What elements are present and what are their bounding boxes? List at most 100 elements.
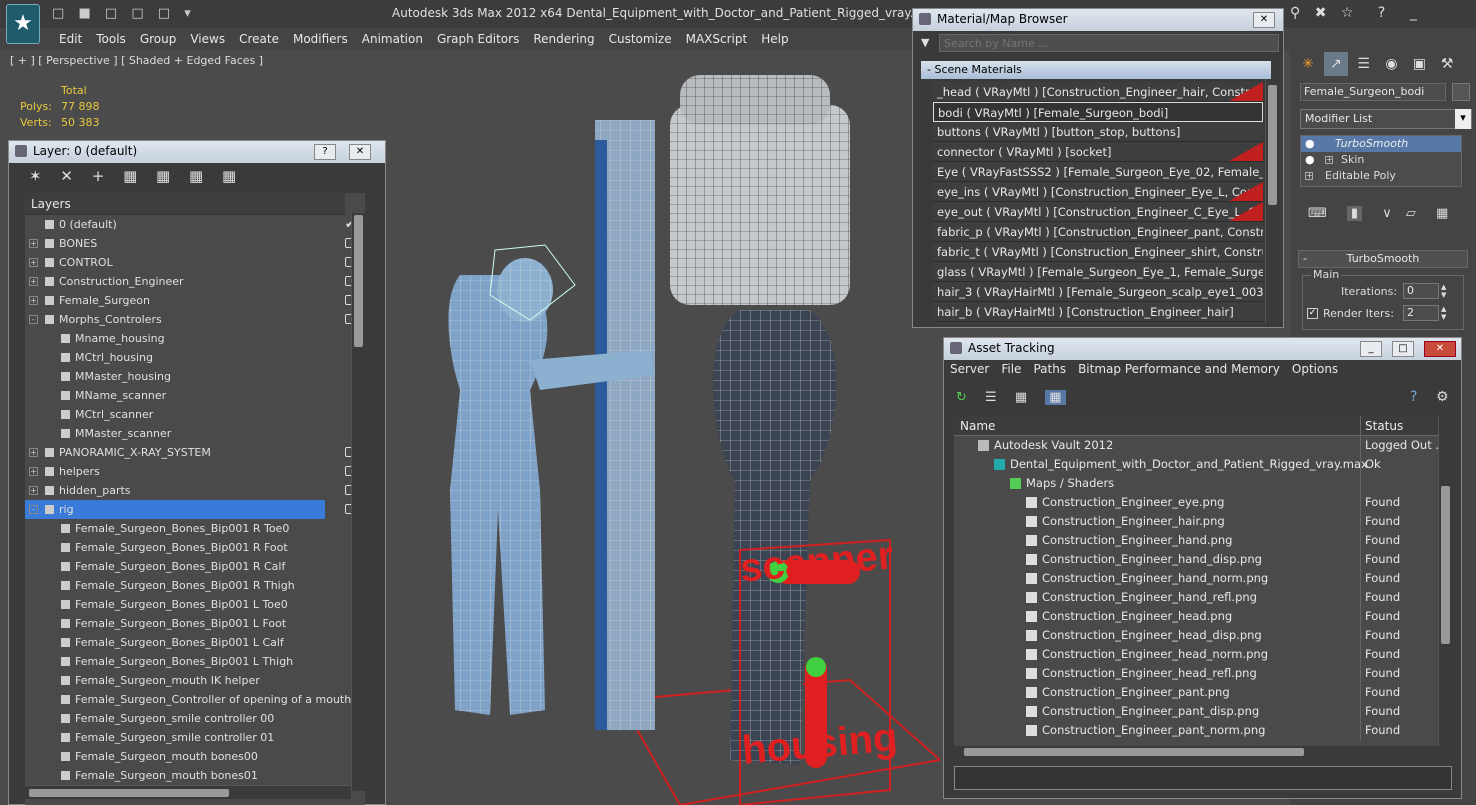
layer-row[interactable]: + helpers: [25, 462, 365, 481]
refresh-icon[interactable]: ↻: [956, 390, 967, 405]
asset-settings-icon[interactable]: ⚙: [1436, 389, 1449, 405]
material-item[interactable]: buttons ( VRayMtl ) [button_stop, button…: [933, 122, 1263, 142]
material-item[interactable]: eye_ins ( VRayMtl ) [Construction_Engine…: [933, 182, 1263, 202]
asset-hscroll-thumb[interactable]: [964, 748, 1304, 756]
expand-icon[interactable]: -: [29, 315, 38, 324]
redo-icon[interactable]: □: [158, 6, 170, 21]
layers-hscrollbar[interactable]: [25, 785, 351, 799]
expand-icon[interactable]: +: [29, 486, 38, 495]
motion-tab-icon[interactable]: ◉: [1379, 52, 1403, 76]
expand-icon[interactable]: +: [29, 296, 38, 305]
materials-scrollbar[interactable]: [1265, 79, 1279, 324]
asset-row[interactable]: Construction_Engineer_head_refl.png Found: [954, 664, 1438, 683]
menu-graph-editors[interactable]: Graph Editors: [430, 30, 526, 48]
search-dropdown-icon[interactable]: ▼: [921, 36, 929, 49]
expand-icon[interactable]: +: [1325, 156, 1333, 164]
layer-row[interactable]: + BONES: [25, 234, 365, 253]
layer-row[interactable]: + CONTROL: [25, 253, 365, 272]
menu-modifiers[interactable]: Modifiers: [286, 30, 355, 48]
layer-row[interactable]: Female_Surgeon_Bones_Bip001 R Calf: [25, 557, 365, 576]
material-search-input[interactable]: [939, 34, 1279, 52]
expand-icon[interactable]: -: [29, 505, 38, 514]
hide-all-icon[interactable]: ▦: [189, 167, 203, 185]
asset-scrollbar[interactable]: [1438, 416, 1452, 746]
show-end-result-icon[interactable]: ▮: [1346, 206, 1363, 221]
menu-group[interactable]: Group: [133, 30, 184, 48]
menu-create[interactable]: Create: [232, 30, 286, 48]
layer-close-button[interactable]: ✕: [349, 144, 371, 160]
select-layer-icon[interactable]: ▦: [123, 167, 137, 185]
list-view-icon[interactable]: ☰: [985, 390, 997, 405]
asset-row[interactable]: Construction_Engineer_hair.png Found: [954, 512, 1438, 531]
asset-tracking-titlebar[interactable]: Asset Tracking _ □ ✕: [944, 338, 1461, 360]
iterations-spinner-arrows-icon[interactable]: ▲ ▼: [1441, 283, 1446, 299]
minimize-icon[interactable]: _: [1410, 5, 1417, 21]
modify-tab-icon[interactable]: ↗: [1323, 52, 1348, 76]
layer-row[interactable]: MMaster_housing: [25, 367, 365, 386]
material-item[interactable]: glass ( VRayMtl ) [Female_Surgeon_Eye_1,…: [933, 262, 1263, 282]
layer-row[interactable]: Female_Surgeon_mouth bones01: [25, 766, 365, 785]
asset-row[interactable]: Construction_Engineer_pant.png Found: [954, 683, 1438, 702]
asset-row[interactable]: Dental_Equipment_with_Doctor_and_Patient…: [954, 455, 1438, 474]
menu-animation[interactable]: Animation: [355, 30, 430, 48]
material-item[interactable]: _head ( VRayMtl ) [Construction_Engineer…: [933, 82, 1263, 102]
open-icon[interactable]: ■: [78, 6, 90, 21]
pin-stack-icon[interactable]: ⌨: [1308, 206, 1327, 221]
asset-menu-paths[interactable]: Paths: [1033, 362, 1066, 376]
menu-maxscript[interactable]: MAXScript: [679, 30, 755, 48]
material-item[interactable]: hair_b ( VRayHairMtl ) [Construction_Eng…: [933, 302, 1263, 322]
material-item[interactable]: connector ( VRayMtl ) [socket]: [933, 142, 1263, 162]
asset-row[interactable]: Construction_Engineer_hand_refl.png Found: [954, 588, 1438, 607]
new-icon[interactable]: □: [52, 6, 64, 21]
stack-item-skin[interactable]: ● + Skin: [1301, 152, 1461, 168]
material-item[interactable]: hair_3 ( VRayHairMtl ) [Female_Surgeon_s…: [933, 282, 1263, 302]
layer-row[interactable]: Female_Surgeon_mouth bones00: [25, 747, 365, 766]
asset-row[interactable]: Construction_Engineer_eye.png Found: [954, 493, 1438, 512]
asset-hscrollbar[interactable]: [954, 746, 1438, 758]
freeze-all-icon[interactable]: ▦: [222, 167, 236, 185]
lightbulb-icon[interactable]: ●: [1305, 136, 1315, 152]
layer-row[interactable]: MName_scanner: [25, 386, 365, 405]
asset-close-button[interactable]: ✕: [1424, 341, 1456, 357]
expand-icon[interactable]: +: [1305, 172, 1313, 180]
layer-window-titlebar[interactable]: Layer: 0 (default) ? ✕: [9, 141, 385, 163]
name-column-header[interactable]: Name: [960, 416, 995, 436]
render-iters-checkbox[interactable]: ✓: [1307, 308, 1318, 319]
asset-row[interactable]: Construction_Engineer_head.png Found: [954, 607, 1438, 626]
display-tab-icon[interactable]: ▣: [1407, 52, 1431, 76]
material-browser-close-button[interactable]: ✕: [1253, 12, 1275, 28]
asset-menu-server[interactable]: Server: [950, 362, 989, 376]
asset-row[interactable]: Construction_Engineer_head_norm.png Found: [954, 645, 1438, 664]
delete-layer-icon[interactable]: ✕: [60, 167, 73, 185]
layer-row[interactable]: + PANORAMIC_X-RAY_SYSTEM: [25, 443, 365, 462]
stack-item-turbosmooth[interactable]: ● TurboSmooth: [1301, 136, 1461, 152]
material-item[interactable]: bodi ( VRayMtl ) [Female_Surgeon_bodi]: [933, 102, 1263, 122]
layer-row[interactable]: Female_Surgeon_Bones_Bip001 L Calf: [25, 633, 365, 652]
layer-row[interactable]: + Female_Surgeon: [25, 291, 365, 310]
render-iters-spinner-arrows-icon[interactable]: ▲ ▼: [1441, 305, 1446, 321]
asset-menu-file[interactable]: File: [1001, 362, 1021, 376]
layer-row[interactable]: Female_Surgeon_smile controller 01: [25, 728, 365, 747]
asset-row[interactable]: Construction_Engineer_pant_disp.png Found: [954, 702, 1438, 721]
layer-row[interactable]: + Construction_Engineer: [25, 272, 365, 291]
layer-row[interactable]: Female_Surgeon_Bones_Bip001 L Toe0: [25, 595, 365, 614]
new-layer-icon[interactable]: ✶: [29, 167, 42, 185]
layer-row[interactable]: + hidden_parts: [25, 481, 365, 500]
highlight-layer-icon[interactable]: ▦: [156, 167, 170, 185]
material-item[interactable]: fabric_t ( VRayMtl ) [Construction_Engin…: [933, 242, 1263, 262]
material-item[interactable]: fabric_p ( VRayMtl ) [Construction_Engin…: [933, 222, 1263, 242]
asset-row[interactable]: Maps / Shaders: [954, 474, 1438, 493]
thumbnail-view-icon[interactable]: ▦: [1015, 390, 1027, 405]
asset-help-icon[interactable]: ?: [1410, 389, 1417, 405]
expand-icon[interactable]: +: [29, 239, 38, 248]
layers-hscroll-thumb[interactable]: [29, 789, 229, 797]
material-item[interactable]: Eye ( VRayFastSSS2 ) [Female_Surgeon_Eye…: [933, 162, 1263, 182]
undo-icon[interactable]: □: [131, 6, 143, 21]
app-logo-icon[interactable]: ★: [6, 4, 40, 44]
layer-row[interactable]: 0 (default)✔: [25, 215, 365, 234]
asset-scroll-thumb[interactable]: [1441, 486, 1450, 644]
layer-row[interactable]: Female_Surgeon_Bones_Bip001 R Thigh: [25, 576, 365, 595]
expand-icon[interactable]: +: [29, 467, 38, 476]
layer-row[interactable]: Female_Surgeon_smile controller 00: [25, 709, 365, 728]
layers-scrollbar[interactable]: [351, 213, 365, 791]
